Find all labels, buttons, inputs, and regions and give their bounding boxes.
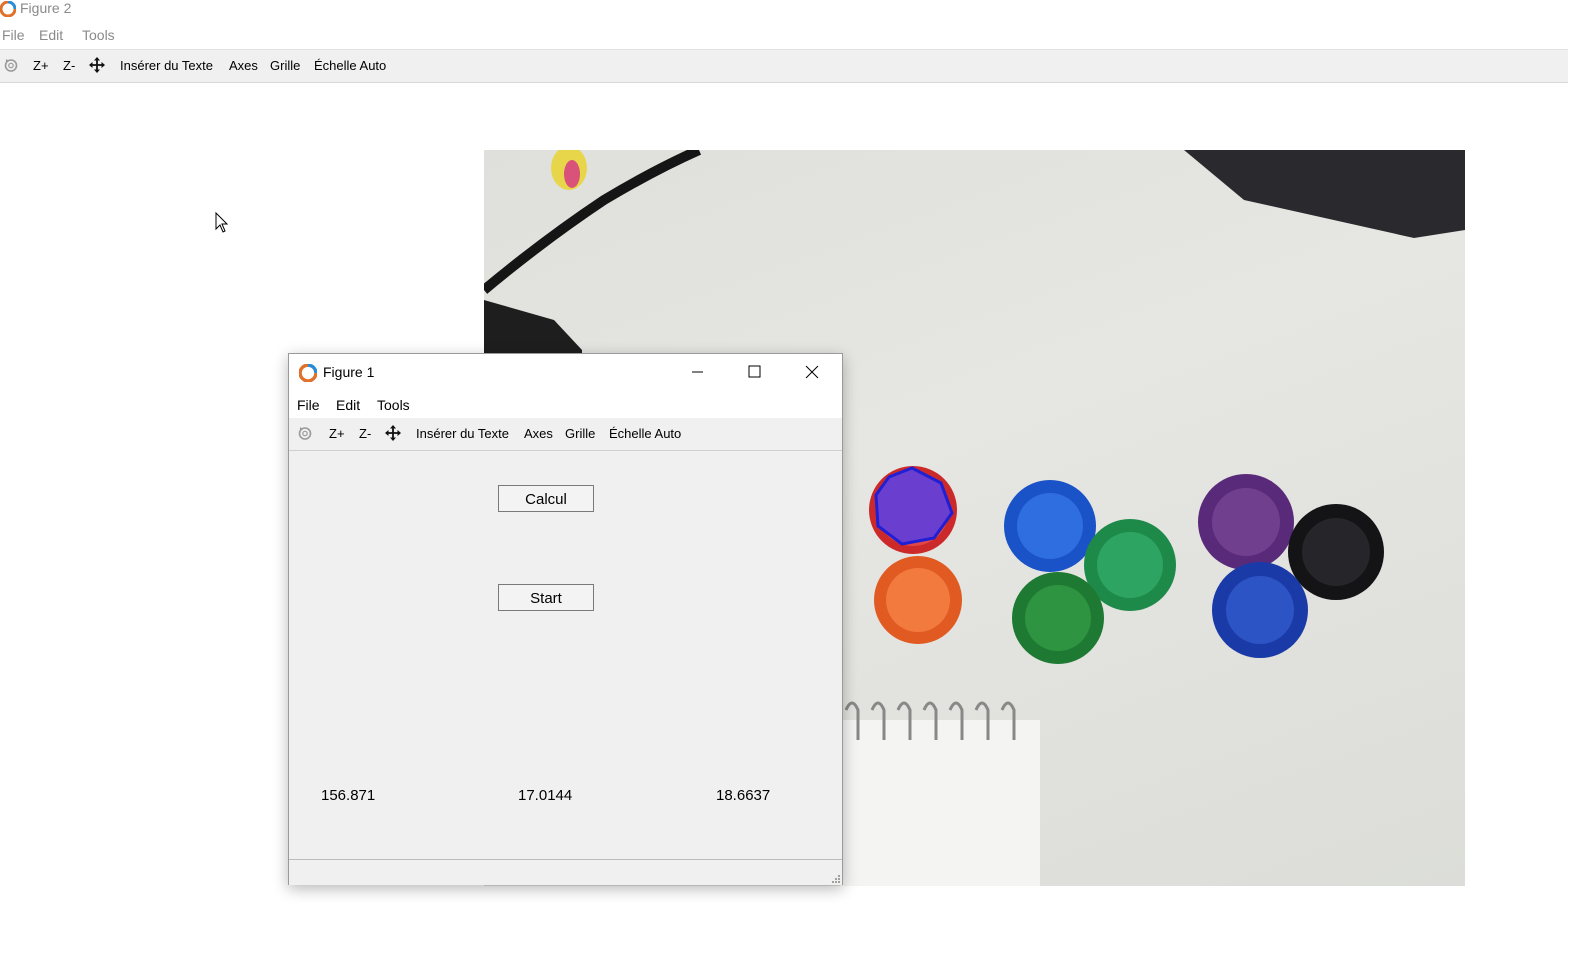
axes-button[interactable]: Axes: [524, 426, 553, 441]
insert-text-button[interactable]: Insérer du Texte: [120, 58, 213, 73]
zoom-out-button[interactable]: Z-: [359, 426, 371, 441]
insert-text-button[interactable]: Insérer du Texte: [416, 426, 509, 441]
pan-arrows-icon[interactable]: [385, 425, 401, 441]
rotate-icon[interactable]: [3, 57, 19, 73]
menu-edit[interactable]: Edit: [39, 27, 63, 43]
autoscale-button[interactable]: Échelle Auto: [314, 58, 386, 73]
zoom-out-button[interactable]: Z-: [63, 58, 75, 73]
zoom-in-button[interactable]: Z+: [329, 426, 345, 441]
menu-tools[interactable]: Tools: [82, 27, 115, 43]
grid-button[interactable]: Grille: [270, 58, 300, 73]
start-button[interactable]: Start: [498, 584, 594, 611]
menu-file[interactable]: File: [2, 27, 25, 43]
rotate-icon[interactable]: [297, 425, 313, 441]
figure1-window: Figure 1 File Edit Tools Z+ Z- Insérer d…: [288, 353, 843, 885]
value-text-1: 156.871: [321, 787, 376, 804]
figure1-titlebar[interactable]: Figure 1: [289, 354, 842, 390]
zoom-in-button[interactable]: Z+: [33, 58, 49, 73]
minimize-icon[interactable]: [674, 354, 720, 390]
close-icon[interactable]: [789, 354, 835, 390]
menu-tools[interactable]: Tools: [377, 397, 410, 413]
menu-file[interactable]: File: [297, 397, 320, 413]
resize-grip-icon[interactable]: [830, 873, 840, 883]
figure1-title: Figure 1: [323, 364, 375, 380]
autoscale-button[interactable]: Échelle Auto: [609, 426, 681, 441]
axes-button[interactable]: Axes: [229, 58, 258, 73]
grid-button[interactable]: Grille: [565, 426, 595, 441]
calcul-button[interactable]: Calcul: [498, 485, 594, 512]
maximize-icon[interactable]: [731, 354, 777, 390]
figure2-title: Figure 2: [20, 0, 72, 16]
figure2-toolbar: Z+ Z- Insérer du Texte Axes Grille Échel…: [0, 49, 1568, 83]
figure1-statusbar: [289, 859, 842, 885]
octave-app-icon: [299, 364, 317, 382]
figure1-canvas: Calcul Start 156.871 17.0144 18.6637: [290, 451, 841, 858]
menu-edit[interactable]: Edit: [336, 397, 360, 413]
octave-app-icon: [0, 1, 16, 17]
value-text-2: 17.0144: [518, 787, 573, 804]
mouse-cursor-icon: [215, 212, 229, 233]
figure1-toolbar: Z+ Z- Insérer du Texte Axes Grille Échel…: [289, 418, 842, 451]
figure2-menubar: File Edit Tools: [0, 25, 1589, 47]
figure2-titlebar: Figure 2: [0, 0, 1589, 20]
pan-arrows-icon[interactable]: [89, 57, 105, 73]
figure1-menubar: File Edit Tools: [289, 390, 842, 418]
value-text-3: 18.6637: [716, 787, 771, 804]
